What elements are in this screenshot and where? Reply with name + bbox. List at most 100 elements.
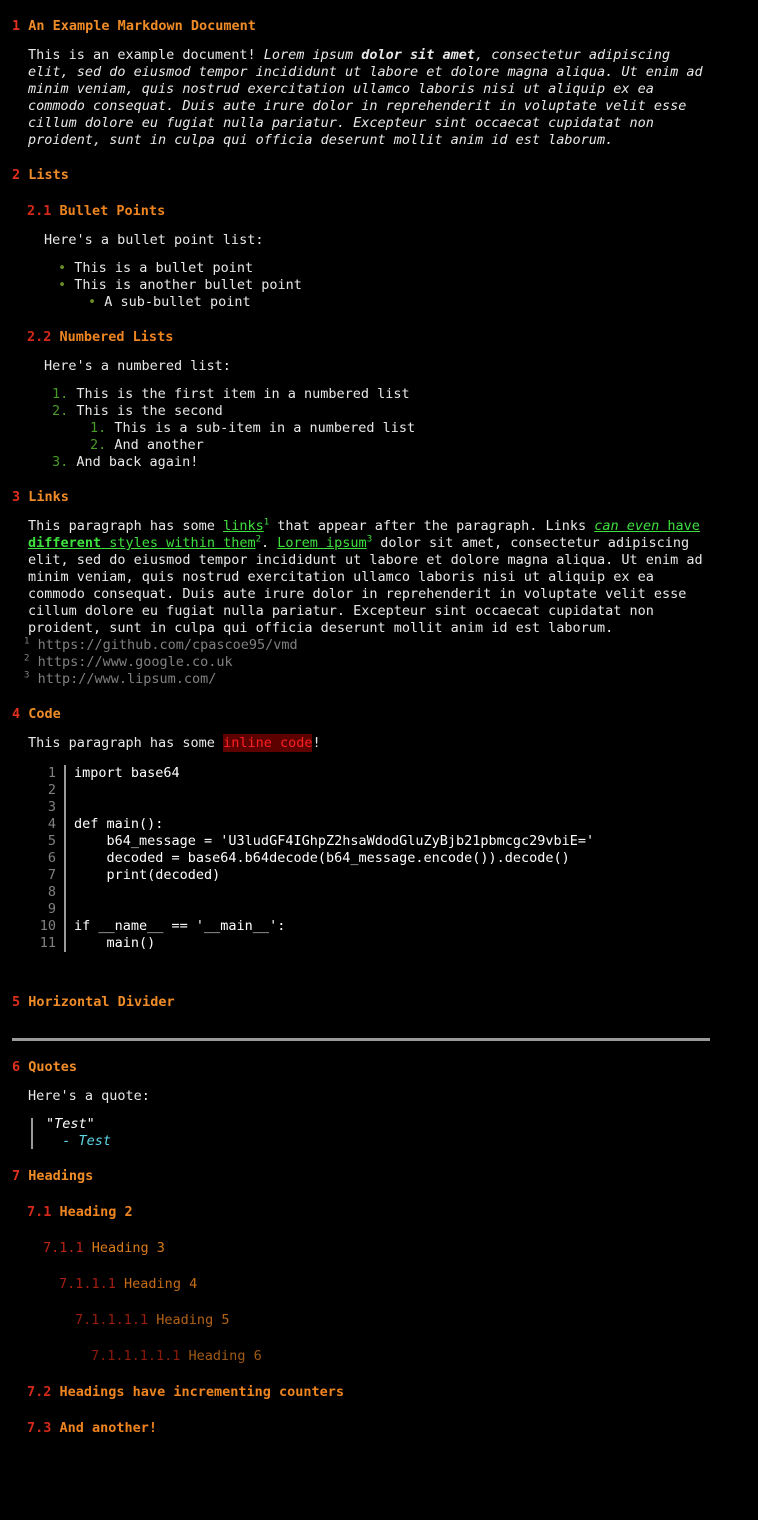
links-text-mid-2: . (261, 535, 278, 551)
heading-text: An Example Markdown Document (28, 18, 256, 34)
code-source (74, 901, 758, 918)
links-text-mid-1: that appear after the paragraph. Links (269, 518, 595, 534)
ordered-marker: 1. (52, 386, 69, 402)
code-source: import base64 (74, 765, 180, 781)
ordered-marker: 2. (52, 403, 69, 419)
code-line: 8 (0, 884, 758, 901)
heading-number: 6 (12, 1059, 21, 1075)
line-number: 2 (47, 782, 56, 798)
heading-number: 7.2 (27, 1384, 52, 1400)
code-source: main() (74, 935, 156, 951)
list-item: 2. This is the second (0, 403, 758, 420)
code-line: 9 (0, 901, 758, 918)
code-line: 5 b64_message = 'U3ludGF4IGhpZ2hsaWdodGl… (0, 833, 758, 850)
list-item-label: And back again! (76, 454, 199, 470)
heading-7-1-1-1-1-heading-5: 7.1.1.1.1 Heading 5 (0, 1294, 758, 1330)
intro-italic-lead: Lorem ipsum (263, 47, 362, 63)
heading-number: 5 (12, 994, 21, 1010)
heading-text: Bullet Points (59, 203, 166, 219)
heading-number: 2.2 (27, 329, 52, 345)
bullet-list: • This is a bullet point • This is anoth… (0, 249, 758, 311)
code-source (74, 799, 758, 816)
list-item-label: This is the first item in a numbered lis… (76, 386, 410, 402)
code-paragraph-suffix: ! (312, 735, 321, 751)
code-gutter-bar (56, 782, 74, 799)
footnote-url[interactable]: https://www.google.co.uk (38, 654, 233, 670)
line-number: 10 (39, 918, 56, 934)
code-source: def main(): (74, 816, 164, 832)
footnote-item: 3 http://www.lipsum.com/ (24, 671, 758, 688)
heading-number: 4 (12, 706, 21, 722)
line-number: 11 (39, 935, 56, 951)
numbered-list-intro: Here's a numbered list: (44, 358, 231, 374)
code-gutter-bar (56, 884, 74, 901)
footnote-url[interactable]: http://www.lipsum.com/ (38, 671, 217, 687)
link-plain-part-a: have (659, 518, 700, 534)
heading-text: Heading 6 (188, 1348, 262, 1364)
numbered-list: 1. This is the first item in a numbered … (0, 375, 758, 471)
code-source: b64_message = 'U3ludGF4IGhpZ2hsaWdodGluZ… (74, 833, 595, 849)
code-line: 7 print(decoded) (0, 867, 758, 884)
link-lorem-ipsum[interactable]: Lorem ipsum (277, 535, 366, 551)
heading-7-1-1-1-1-1-heading-6: 7.1.1.1.1.1 Heading 6 (0, 1330, 758, 1366)
blockquote-attribution: - Test (46, 1133, 112, 1149)
heading-text: Code (28, 706, 61, 722)
links-text-prefix: This paragraph has some (28, 518, 224, 534)
ordered-marker: 2. (90, 437, 107, 453)
heading-text: Heading 5 (156, 1312, 230, 1328)
footnote-url[interactable]: https://github.com/cpascoe95/vmd (38, 637, 298, 653)
link-bold-part: different (28, 535, 102, 551)
code-source: decoded = base64.b64decode(b64_message.e… (74, 850, 570, 866)
bullet-list-intro: Here's a bullet point list: (44, 232, 264, 248)
ordered-marker: 1. (90, 420, 107, 436)
ordered-marker: 3. (52, 454, 69, 470)
code-paragraph-prefix: This paragraph has some (28, 735, 224, 751)
quote-intro: Here's a quote: (28, 1088, 150, 1104)
list-item-label: This is the second (76, 403, 223, 419)
heading-number: 7.1.1.1 (59, 1276, 116, 1292)
code-gutter-bar (56, 918, 74, 935)
line-number: 4 (47, 816, 56, 832)
code-paragraph: This paragraph has some inline code! (0, 724, 758, 752)
heading-7-1-heading-2: 7.1 Heading 2 (0, 1186, 758, 1222)
code-source (74, 782, 758, 799)
heading-3-links: 3 Links (0, 471, 758, 507)
line-number: 9 (47, 901, 56, 917)
heading-text: Heading 3 (91, 1240, 165, 1256)
heading-number: 7.1 (27, 1204, 52, 1220)
line-number: 1 (47, 765, 56, 781)
bullet-icon: • (58, 260, 67, 276)
heading-number: 7 (12, 1168, 21, 1184)
heading-7-1-1-heading-3: 7.1.1 Heading 3 (0, 1222, 758, 1258)
code-gutter-bar (56, 901, 74, 918)
heading-7-headings: 7 Headings (0, 1150, 758, 1186)
heading-text: Heading 2 (59, 1204, 133, 1220)
line-number: 8 (47, 884, 56, 900)
code-gutter-bar (56, 850, 74, 867)
list-item-label: This is a sub-item in a numbered list (114, 420, 416, 436)
blockquote: "Test" - Test (0, 1116, 758, 1150)
code-line: 6 decoded = base64.b64decode(b64_message… (0, 850, 758, 867)
heading-number: 3 (12, 489, 21, 505)
code-gutter-bar (56, 935, 74, 952)
footnote-index: 1 (24, 636, 30, 647)
code-gutter-bar (56, 867, 74, 884)
link-links[interactable]: links (223, 518, 264, 534)
intro-paragraph: This is an example document! Lorem ipsum… (0, 36, 758, 149)
footnote-item: 1 https://github.com/cpascoe95/vmd (24, 637, 758, 654)
heading-7-2-incrementing-counters: 7.2 Headings have incrementing counters (0, 1366, 758, 1402)
markdown-document: 1 An Example Markdown Document This is a… (0, 0, 758, 1444)
heading-1-an-example-markdown-document: 1 An Example Markdown Document (0, 0, 758, 36)
heading-text: Horizontal Divider (28, 994, 175, 1010)
list-item-label: A sub-bullet point (104, 294, 251, 310)
list-item-label: This is a bullet point (74, 260, 254, 276)
footnote-item: 2 https://www.google.co.uk (24, 654, 758, 671)
list-item: • A sub-bullet point (0, 294, 758, 311)
heading-text: Numbered Lists (59, 329, 174, 345)
heading-4-code: 4 Code (0, 688, 758, 724)
list-item: • This is a bullet point (0, 260, 758, 277)
list-item-label: And another (114, 437, 204, 453)
code-line: 2 (0, 782, 758, 799)
heading-2-2-numbered-lists: 2.2 Numbered Lists (0, 311, 758, 347)
list-item: • This is another bullet point (0, 277, 758, 294)
